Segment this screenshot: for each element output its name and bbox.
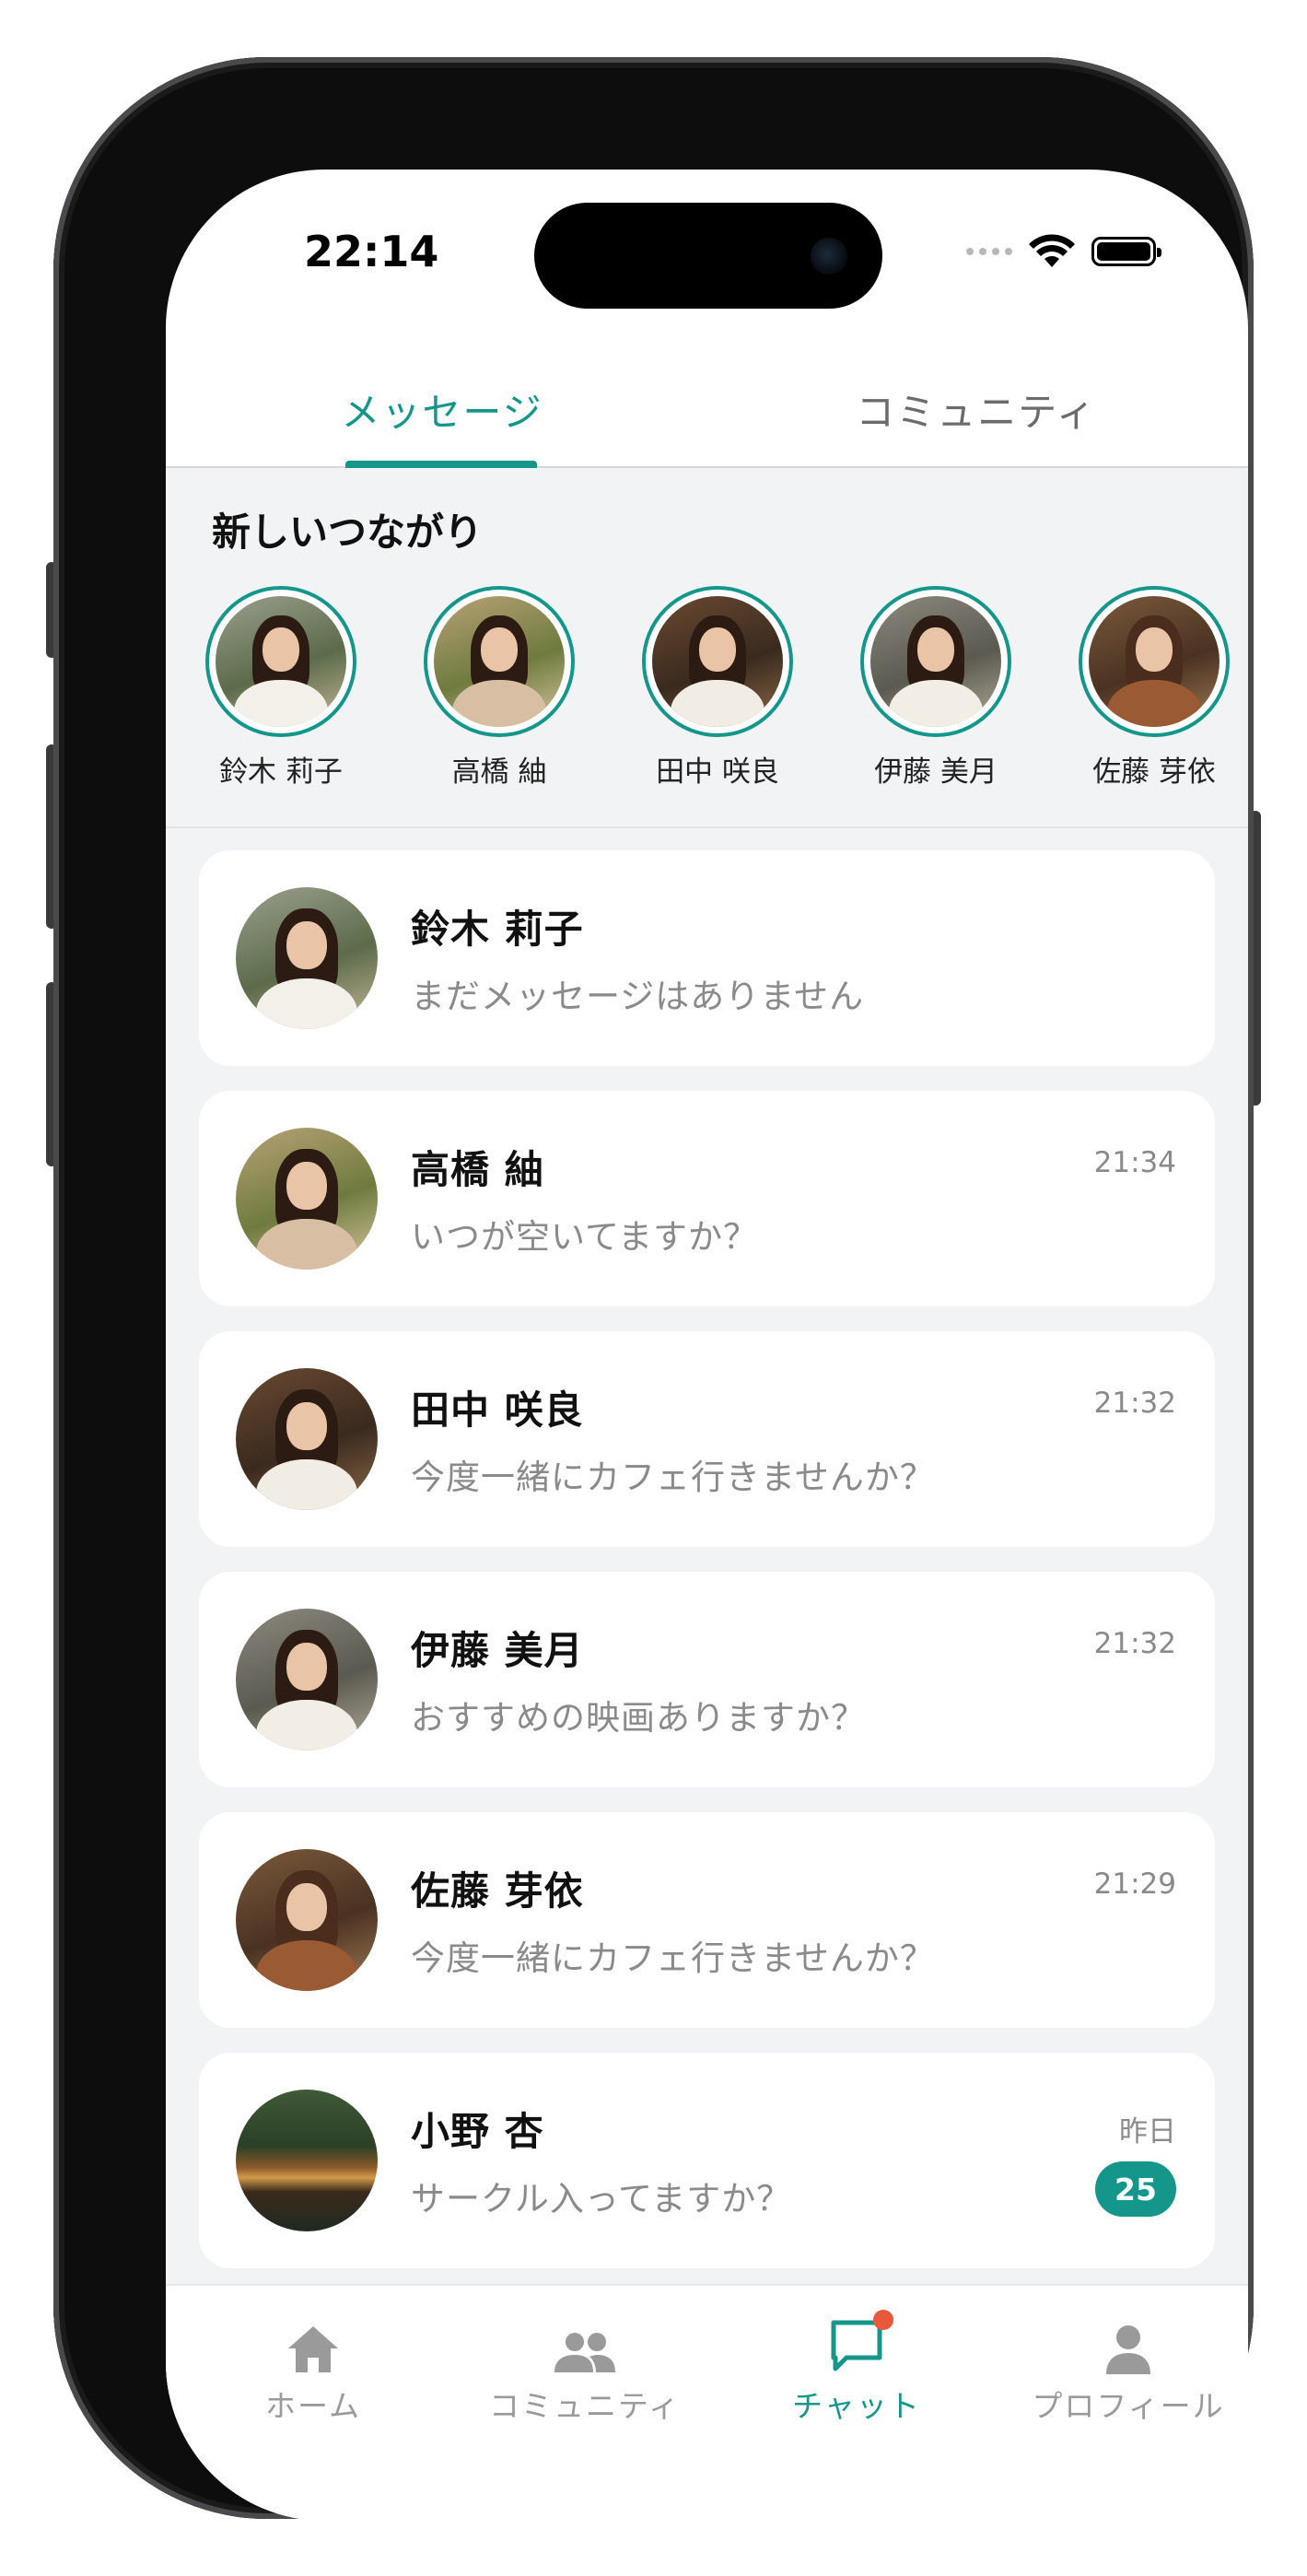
connection-name: 高橋 紬 [451, 755, 547, 789]
phone-frame: 22:14 メッセージ コミュニティ 新しいつながり 鈴木 莉子 高橋 紬 田中… [53, 57, 1254, 2521]
connection-item[interactable]: 伊藤 美月 [844, 586, 1028, 790]
avatar [434, 596, 565, 727]
chat-name: 田中 咲良 [411, 1388, 584, 1433]
avatar [236, 1609, 378, 1751]
dynamic-island [534, 203, 882, 309]
status-time: 22:14 [304, 227, 439, 276]
avatar [236, 1128, 378, 1270]
people-icon [554, 2333, 615, 2372]
chat-row[interactable]: 佐藤 芽依 今度一緒にカフェ行きませんか？ 21:29 [199, 1812, 1215, 2028]
person-icon [1106, 2325, 1150, 2374]
avatar [236, 1849, 378, 1991]
camera-icon [811, 238, 847, 275]
nav-chat[interactable]: チャット [737, 2310, 976, 2426]
connection-name: 鈴木 莉子 [219, 755, 343, 789]
wifi-icon [1029, 234, 1075, 267]
chat-preview: おすすめの映画ありますか？ [411, 1698, 866, 1738]
nav-label: プロフィール [1032, 2388, 1225, 2424]
nav-community[interactable]: コミュニティ [465, 2310, 705, 2426]
chat-row[interactable]: 田中 咲良 今度一緒にカフェ行きませんか？ 21:32 [199, 1331, 1215, 1547]
chat-row[interactable]: 鈴木 莉子 まだメッセージはありません [199, 850, 1215, 1066]
nav-label: コミュニティ [488, 2388, 682, 2424]
connection-item[interactable]: 田中 咲良 [625, 586, 810, 790]
connection-item[interactable]: 高橋 紬 [407, 586, 591, 790]
unread-badge: 25 [1095, 2161, 1176, 2217]
chat-time: 21:32 [1093, 1387, 1176, 1420]
chat-row[interactable]: 伊藤 美月 おすすめの映画ありますか？ 21:32 [199, 1572, 1215, 1787]
chat-preview: いつが空いてますか？ [411, 1217, 759, 1257]
chat-time: 21:29 [1093, 1868, 1176, 1901]
connection-name: 伊藤 美月 [874, 755, 998, 789]
active-tab-indicator [345, 461, 537, 468]
status-indicators [966, 234, 1161, 269]
avatar [1089, 596, 1219, 727]
chat-row[interactable]: 高橋 紬 いつが空いてますか？ 21:34 [199, 1091, 1215, 1306]
chat-list: 鈴木 莉子 まだメッセージはありません 高橋 紬 いつが空いてますか？ 21:3… [166, 828, 1248, 2284]
connection-name: 田中 咲良 [656, 755, 779, 789]
nav-profile[interactable]: プロフィール [1009, 2310, 1248, 2426]
notification-dot [873, 2310, 893, 2330]
chat-name: 高橋 紬 [411, 1147, 544, 1192]
connection-item[interactable]: 佐藤 芽依 [1062, 586, 1246, 790]
avatar [236, 887, 378, 1029]
connection-name: 佐藤 芽依 [1092, 755, 1216, 789]
connection-item[interactable]: 鈴木 莉子 [189, 586, 373, 790]
bottom-nav: ホーム コミュニティ チャット プロフィール [166, 2284, 1248, 2521]
chat-preview: サークル入ってますか？ [411, 2179, 792, 2219]
tab-bar: メッセージ コミュニティ [166, 354, 1248, 468]
avatar [652, 596, 783, 727]
chat-time: 21:32 [1093, 1627, 1176, 1660]
nav-label: チャット [792, 2388, 921, 2424]
nav-label: ホーム [264, 2388, 361, 2424]
avatar [870, 596, 1001, 727]
section-title: 新しいつながり [212, 509, 484, 555]
chat-name: 鈴木 莉子 [411, 907, 584, 952]
signal-icon [966, 248, 1012, 255]
avatar [236, 1368, 378, 1510]
screen: 22:14 メッセージ コミュニティ 新しいつながり 鈴木 莉子 高橋 紬 田中… [166, 170, 1248, 2521]
avatar [216, 596, 346, 727]
chat-name: 小野 杏 [411, 2109, 544, 2154]
new-connections-section: 新しいつながり 鈴木 莉子 高橋 紬 田中 咲良 伊藤 美月 佐藤 芽依 [166, 468, 1248, 828]
chat-row[interactable]: 小野 杏 サークル入ってますか？ 昨日 25 [199, 2053, 1215, 2268]
chat-preview: 今度一緒にカフェ行きませんか？ [411, 1938, 935, 1978]
battery-icon [1091, 237, 1161, 266]
nav-home[interactable]: ホーム [193, 2310, 433, 2426]
chat-preview: 今度一緒にカフェ行きませんか？ [411, 1458, 935, 1497]
chat-preview: まだメッセージはありません [411, 977, 865, 1016]
chat-name: 伊藤 美月 [411, 1628, 584, 1673]
tab-community[interactable]: コミュニティ [801, 354, 1151, 464]
chat-time: 21:34 [1093, 1146, 1176, 1179]
avatar [236, 2090, 378, 2231]
chat-name: 佐藤 芽依 [411, 1868, 584, 1914]
home-icon [288, 2326, 338, 2372]
chat-time: 昨日 [1119, 2115, 1176, 2149]
tab-messages[interactable]: メッセージ [267, 354, 617, 464]
